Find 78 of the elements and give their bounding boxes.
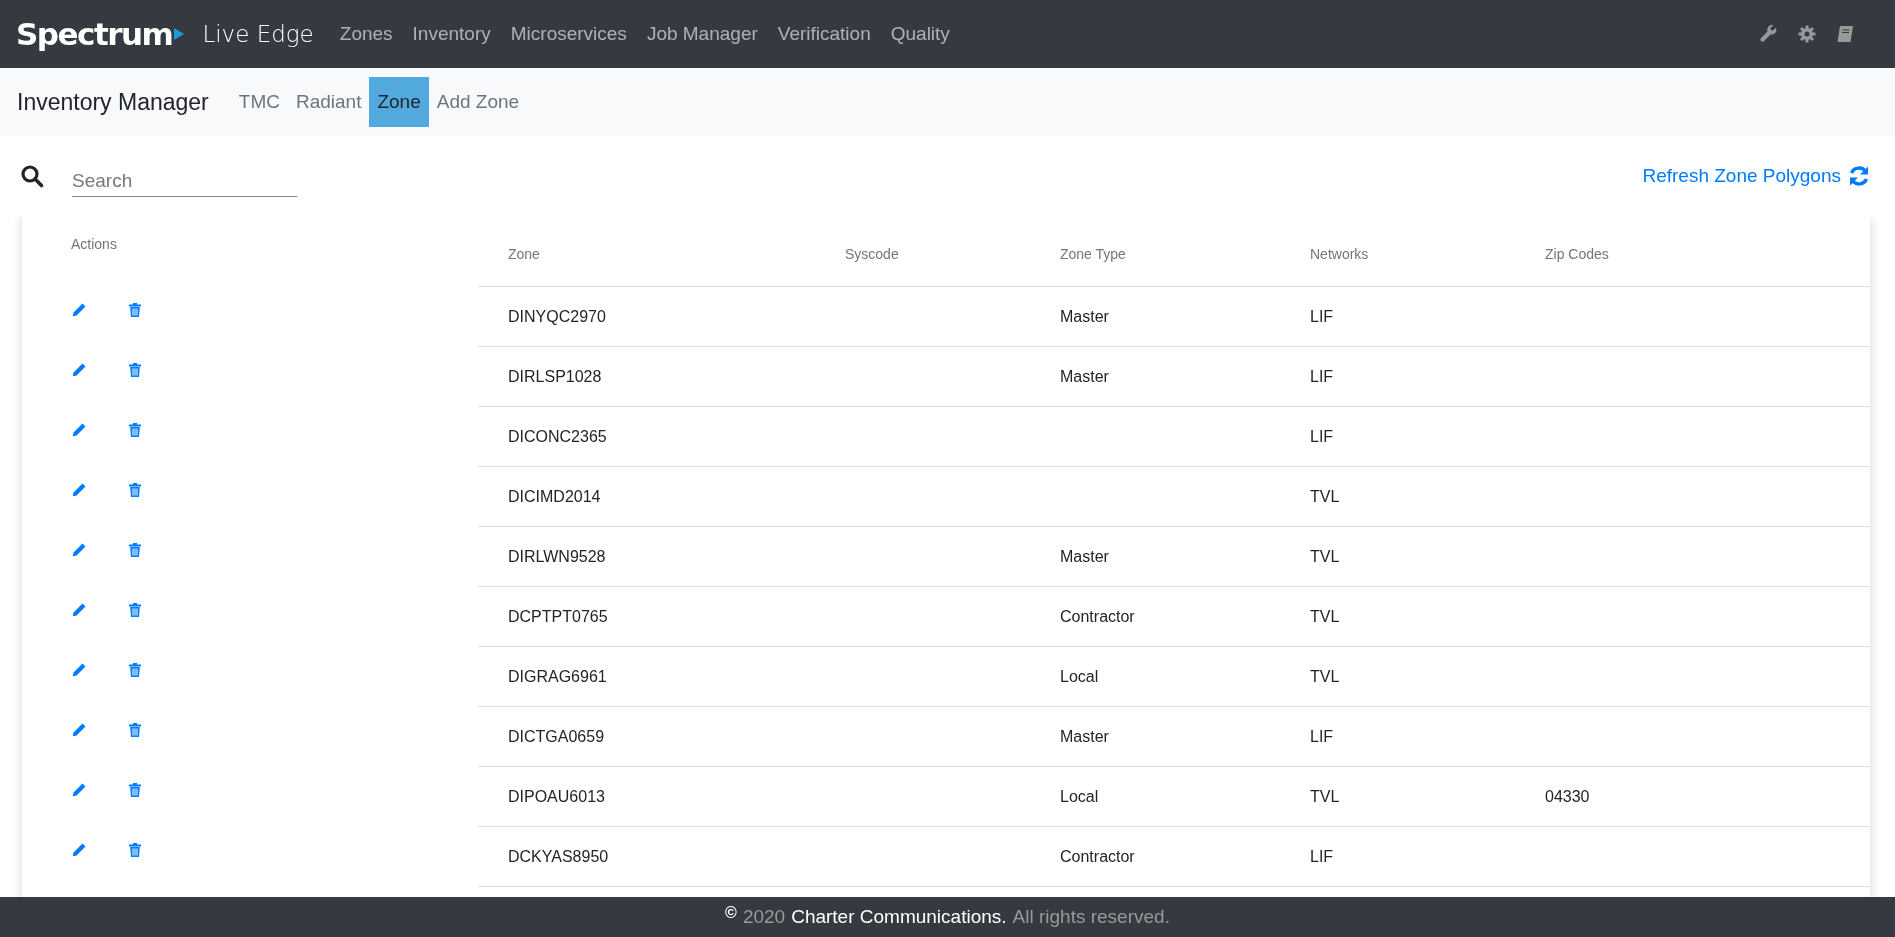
pencil-icon[interactable] [71,662,87,678]
pencil-icon[interactable] [71,422,87,438]
nav-link[interactable]: Job Manager [636,23,768,45]
column-header: Zone Type [1059,245,1127,264]
pencil-icon[interactable] [71,302,87,318]
pencil-icon[interactable] [71,602,87,618]
table-cell: TVL [1280,466,1515,526]
column-header: Zone [507,245,541,264]
trash-icon[interactable] [127,362,143,378]
brand-logo-text[interactable]: Spectrum [16,16,173,52]
column-header: Zip Codes [1544,245,1610,264]
table-cell: Master [1030,706,1280,766]
trash-icon[interactable] [127,542,143,558]
table-cell: LIF [1280,346,1515,406]
column-header: Syscode [844,245,900,264]
trash-icon[interactable] [127,482,143,498]
table-cell: TVL [1280,766,1515,826]
column-header: Actions [70,235,118,254]
pencil-icon[interactable] [71,842,87,858]
table-cell: Master [1030,286,1280,346]
table-cell: TVL [1280,526,1515,586]
nav-link[interactable]: Inventory [402,23,501,45]
tab[interactable]: TMC [230,77,288,127]
pencil-icon[interactable] [71,782,87,798]
table-cell: Contractor [1030,586,1280,646]
table-cell: LIF [1280,406,1515,466]
table-cell: Local [1030,646,1280,706]
table-cell: LIF [1280,706,1515,766]
footer-company: Charter Communications. [791,906,1007,928]
table-cell: DIGRAG6961 [478,646,815,706]
table-cell: Local [1030,766,1280,826]
tab[interactable]: Add Zone [428,77,528,127]
table-cell: DINYQC2970 [478,286,815,346]
footer-year: 2020 [742,906,786,928]
trash-icon[interactable] [127,662,143,678]
tab[interactable]: Zone [369,77,429,127]
column-header: Networks [1309,245,1370,264]
page-title: Inventory Manager [17,88,209,116]
pencil-icon[interactable] [71,722,87,738]
table-cell: TVL [1280,646,1515,706]
footer-rights: All rights reserved. [1012,906,1170,928]
trash-icon[interactable] [127,842,143,858]
refresh-link[interactable]: Refresh Zone Polygons [1642,164,1871,188]
table-cell: Contractor [1030,826,1280,886]
trash-icon[interactable] [127,302,143,318]
table-cell: DIRLSP1028 [478,346,815,406]
refresh-icon[interactable] [1847,164,1871,188]
nav-link[interactable]: Zones [329,23,403,45]
table-cell: DCKYAS8950 [478,826,815,886]
tab[interactable]: Radiant [287,77,370,127]
table-cell: Master [1030,526,1280,586]
book-icon[interactable] [1835,24,1855,44]
table-cell: LIF [1280,826,1515,886]
app-name[interactable]: Live Edge [202,21,314,47]
trash-icon[interactable] [127,782,143,798]
table-cell: DIPOAU6013 [478,766,815,826]
nav-link[interactable]: Quality [880,23,960,45]
nav-link[interactable]: Microservices [500,23,637,45]
nav-link[interactable]: Verification [767,23,881,45]
trash-icon[interactable] [127,602,143,618]
table-cell: 04330 [1515,766,1870,826]
table-cell: DICTGA0659 [478,706,815,766]
pencil-icon[interactable] [71,362,87,378]
table-cell: DICONC2365 [478,406,815,466]
table-cell: DIRLWN9528 [478,526,815,586]
trash-icon[interactable] [127,722,143,738]
table-cell: Master [1030,346,1280,406]
pencil-icon[interactable] [71,542,87,558]
pencil-icon[interactable] [71,482,87,498]
trash-icon[interactable] [127,422,143,438]
triangle-icon [174,28,185,40]
search-icon [20,164,44,188]
table-cell: DICIMD2014 [478,466,815,526]
table-cell: LIF [1280,286,1515,346]
copyright-symbol: © [725,904,737,922]
wrench-icon[interactable] [1759,24,1779,44]
table-cell: TVL [1280,586,1515,646]
table-cell: DCPTPT0765 [478,586,815,646]
